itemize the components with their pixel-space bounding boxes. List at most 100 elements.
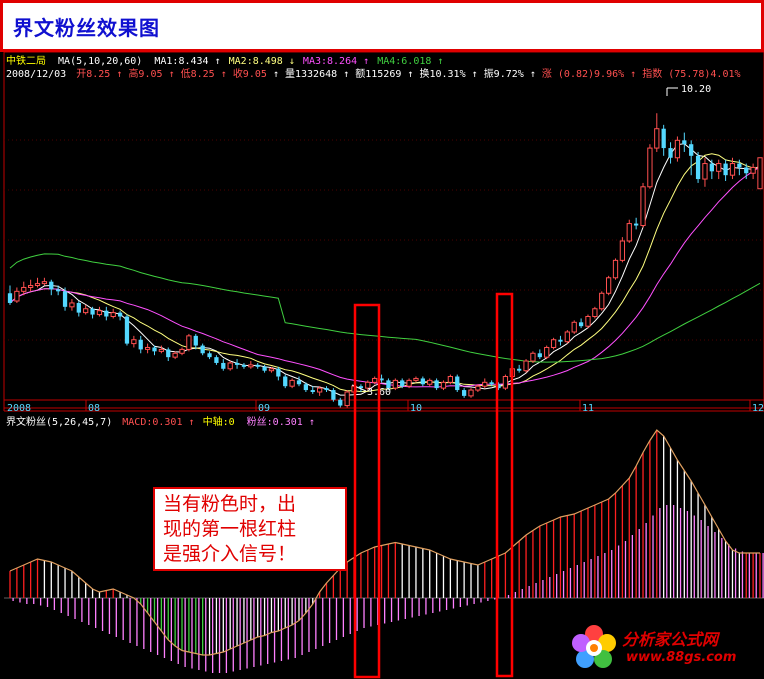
logo-title: 分析家公式网 <box>622 630 719 649</box>
candle-body-down <box>737 163 742 168</box>
candle-body-down <box>689 144 694 156</box>
candle-body-down <box>214 357 219 363</box>
candle-body-up <box>268 368 275 372</box>
zhongzhou-value: 中轴:0 <box>203 415 235 428</box>
logo-url: www.88gs.com <box>626 650 737 665</box>
candle-body-down <box>420 378 425 385</box>
candle-body-up <box>317 387 323 393</box>
candle-body-down <box>200 345 205 354</box>
candle-body-up <box>674 139 681 159</box>
candle-body-up <box>186 335 192 350</box>
ma4-value: MA4:6.018 <box>377 56 431 67</box>
candle-body-down <box>537 353 542 358</box>
candle-body-down <box>558 339 563 342</box>
candle-body-down <box>241 364 247 367</box>
candle-body-down <box>324 388 329 391</box>
candle-body-down <box>723 163 728 176</box>
price-header-line1: 中铁二局 MA(5,10,20,60) MA1:8.434 ↑ MA2:8.49… <box>6 54 443 67</box>
candle-body-up <box>34 283 41 287</box>
candle-body-up <box>158 348 165 352</box>
ma3-value: MA3:8.264 <box>303 56 357 67</box>
candle-body-up <box>729 163 736 176</box>
candle-body-up <box>757 157 763 190</box>
signal-highlight-box-2 <box>495 292 514 678</box>
candle-body-up <box>605 277 612 294</box>
candle-body-up <box>619 240 626 261</box>
candle-body-up <box>83 308 89 314</box>
candle-body-up <box>179 348 185 354</box>
candle-body-up <box>502 376 509 389</box>
candle-body-down <box>221 362 226 369</box>
candle-body-up <box>21 286 27 292</box>
indicator-header: 界文粉丝(5,26,45,7) MACD:0.301 ↑ 中轴:0 粉丝:0.3… <box>6 415 315 428</box>
ma1-value: MA1:8.434 <box>154 56 208 67</box>
candle-body-up <box>406 379 412 387</box>
candle-body-up <box>172 352 178 358</box>
low-value: 低8.25 <box>181 67 215 80</box>
candle-body-up <box>475 385 481 391</box>
candle-body-up <box>131 339 137 345</box>
site-logo: 分析家公式网 www.88gs.com <box>566 620 762 676</box>
ma2-value: MA2:8.498 <box>229 56 283 67</box>
ma60-line <box>9 253 761 363</box>
candle-body-down <box>695 155 701 180</box>
change-value: 涨 (0.82)9.96% <box>542 68 624 80</box>
candle-body-up <box>702 163 708 180</box>
candle-body-up <box>427 379 433 385</box>
candle-body-down <box>193 335 198 346</box>
candle-body-down <box>207 353 212 358</box>
x-tick-label: 10 <box>410 403 422 414</box>
candle-body-down <box>682 140 687 145</box>
candle-body-up <box>110 312 116 317</box>
candlestick-series <box>7 113 763 408</box>
indicator-name: 界文粉丝(5,26,45,7) <box>6 415 112 428</box>
open-value: 开8.25 <box>76 69 110 80</box>
candle-body-up <box>585 316 591 327</box>
candle-body-up <box>647 147 653 188</box>
candle-body-down <box>117 312 123 317</box>
candle-body-down <box>104 310 109 317</box>
candle-body-down <box>303 384 309 391</box>
candle-body-down <box>668 148 673 158</box>
candle-body-down <box>276 368 281 377</box>
candle-body-down <box>152 347 157 352</box>
x-axis-ticks: 2008 08 09 10 11 12 <box>3 400 764 414</box>
price-header-line2: 2008/12/03 开8.25 ↑ 高9.05 ↑ 低8.25 ↑ 收9.05… <box>6 67 741 80</box>
amplitude-value: 振9.72% <box>484 67 524 80</box>
callout-line-3: 是强介入信号！ <box>163 543 297 565</box>
title-bar: 界文粉丝效果图 <box>0 0 764 52</box>
candle-body-up <box>564 331 570 343</box>
candle-body-up <box>413 377 419 381</box>
candle-body-down <box>709 163 714 172</box>
ma10-line <box>9 153 761 393</box>
page-title: 界文粉丝效果图 <box>13 16 160 40</box>
candle-body-down <box>331 390 336 400</box>
signal-highlight-box-1 <box>353 303 381 679</box>
candle-body-down <box>461 390 467 396</box>
candle-body-up <box>41 281 48 285</box>
x-tick-label: 2008 <box>7 403 31 414</box>
stock-name: 中铁二局 <box>6 54 46 67</box>
candle-body-up <box>289 379 295 387</box>
candle-body-down <box>455 376 460 391</box>
high-value: 高9.05 <box>128 67 162 80</box>
candle-body-down <box>310 390 315 392</box>
fensi-value: 粉丝:0.301 <box>247 415 303 428</box>
candle-body-down <box>234 362 240 365</box>
candle-body-down <box>76 302 81 313</box>
candle-body-down <box>283 376 288 387</box>
candle-body-up <box>544 346 550 358</box>
candle-body-up <box>144 346 151 350</box>
ma1-arrow: ↑ <box>215 56 221 67</box>
candle-body-up <box>227 362 233 370</box>
close-value: 收9.05 <box>233 67 267 80</box>
ma-label: MA(5,10,20,60) <box>58 56 142 67</box>
callout-line-2: 现的第一根红柱 <box>163 518 297 540</box>
candle-body-up <box>750 166 756 174</box>
candle-body-up <box>28 285 34 288</box>
candle-body-down <box>489 382 494 385</box>
candle-body-down <box>56 289 61 292</box>
candle-body-up <box>344 391 350 407</box>
candle-body-up <box>523 360 529 372</box>
x-tick-label: 11 <box>582 403 594 414</box>
